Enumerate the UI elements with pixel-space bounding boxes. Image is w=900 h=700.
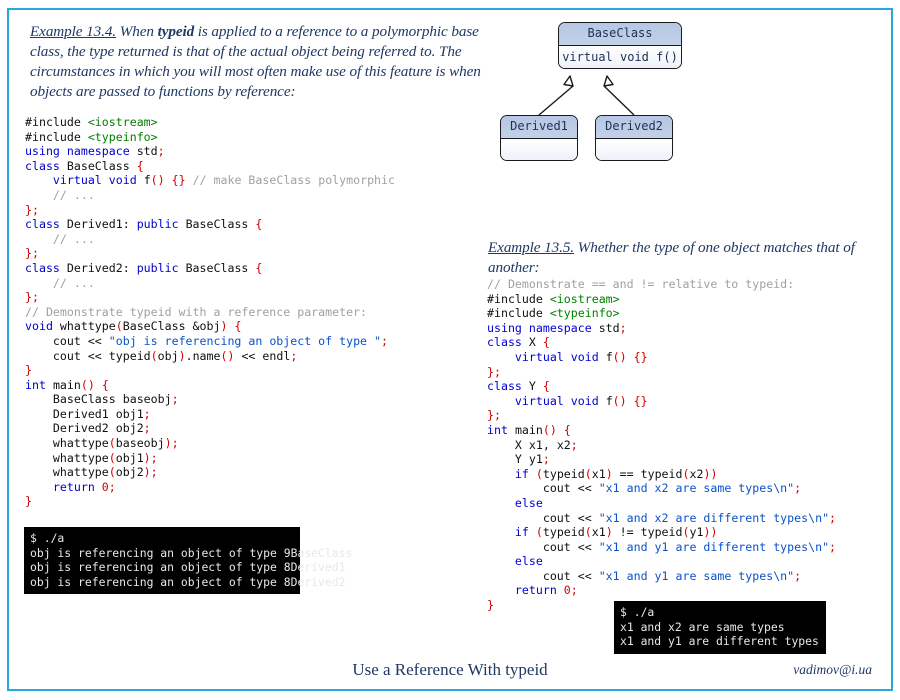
code-line: cout << "x1 and x2 are different types\n…: [542, 510, 837, 525]
code-line: class X {: [487, 335, 550, 350]
code-line: Y y1;: [514, 452, 550, 467]
code-line: // ...: [52, 231, 95, 246]
example-13-4-text-1: When: [116, 23, 158, 40]
code-line: obj is referencing an object of type 8De…: [30, 560, 346, 575]
example-13-5-paragraph: Example 13.5. Whether the type of one ob…: [488, 238, 878, 278]
code-line: // Demonstrate typeid with a reference p…: [25, 304, 368, 319]
slide-footer-email: vadimov@i.ua: [793, 662, 872, 677]
code-line: }: [487, 598, 494, 613]
code-line: };: [25, 246, 39, 261]
terminal-output-example-13-5: $ ./a x1 and x2 are same types x1 and y1…: [614, 601, 826, 654]
code-line: };: [487, 364, 501, 379]
uml-class-diagram: BaseClass virtual void f() Derived1 Deri…: [500, 18, 760, 178]
code-line: whattype(obj1);: [52, 450, 158, 465]
uml-class-derived2-name: Derived2: [596, 116, 672, 139]
uml-class-derived1[interactable]: Derived1: [500, 115, 578, 161]
code-line: };: [25, 202, 39, 217]
code-line: int main() {: [487, 422, 571, 437]
code-line: }: [25, 494, 32, 509]
code-line: virtual void f() {}: [514, 349, 648, 364]
code-line: cout << typeid(obj).name() << endl;: [52, 348, 298, 363]
code-block-example-13-4: #include <iostream> #include <typeinfo> …: [25, 115, 395, 509]
code-line: obj is referencing an object of type 9Ba…: [30, 545, 353, 560]
slide-root: Example 13.4. When typeid is applied to …: [0, 0, 900, 700]
code-line: class BaseClass {: [25, 158, 144, 173]
code-line: #include <typeinfo>: [487, 306, 620, 321]
code-line: cout << "x1 and y1 are different types\n…: [542, 539, 837, 554]
code-line: #include <iostream>: [25, 115, 158, 129]
uml-class-baseclass-member: virtual void f(): [559, 46, 681, 68]
code-line: virtual void f() {} // make BaseClass po…: [52, 173, 395, 188]
code-line: virtual void f() {}: [514, 393, 648, 408]
code-line: void whattype(BaseClass &obj) {: [25, 319, 242, 334]
code-line: // Demonstrate == and != relative to typ…: [487, 277, 795, 291]
code-line: return 0;: [52, 479, 116, 494]
code-line: using namespace std;: [25, 144, 165, 159]
code-line: int main() {: [25, 377, 109, 392]
code-line: if (typeid(x1) == typeid(x2)): [514, 466, 718, 481]
code-block-example-13-5: // Demonstrate == and != relative to typ…: [487, 277, 836, 613]
example-13-4-paragraph: Example 13.4. When typeid is applied to …: [30, 22, 512, 102]
code-line: whattype(baseobj);: [52, 436, 179, 451]
code-line: $ ./a: [30, 531, 65, 545]
code-line: class Y {: [487, 379, 550, 394]
example-13-4-bold-typeid: typeid: [157, 23, 195, 40]
code-line: cout << "x1 and y1 are same types\n";: [542, 568, 802, 583]
code-line: }: [25, 363, 32, 378]
code-line: cout << "x1 and x2 are same types\n";: [542, 481, 802, 496]
example-13-4-label: Example 13.4.: [30, 23, 117, 40]
code-line: else: [514, 495, 543, 510]
code-line: using namespace std;: [487, 320, 627, 335]
slide-footer-title: Use a Reference With typeid: [352, 660, 548, 679]
code-line: if (typeid(x1) != typeid(y1)): [514, 525, 718, 540]
uml-class-derived2[interactable]: Derived2: [595, 115, 673, 161]
uml-class-derived2-member: [596, 139, 672, 160]
uml-class-baseclass-name: BaseClass: [559, 23, 681, 46]
code-line: class Derived1: public BaseClass {: [25, 217, 263, 232]
code-line: X x1, x2;: [514, 437, 578, 452]
code-line: Derived1 obj1;: [52, 406, 151, 421]
code-line: };: [487, 408, 501, 423]
code-line: #include <typeinfo>: [25, 129, 158, 144]
code-line: Derived2 obj2;: [52, 421, 151, 436]
code-line: obj is referencing an object of type 8De…: [30, 574, 346, 589]
code-line: return 0;: [514, 583, 578, 598]
code-line: BaseClass baseobj;: [52, 392, 179, 407]
code-line: $ ./a: [620, 605, 655, 619]
code-line: class Derived2: public BaseClass {: [25, 260, 263, 275]
code-line: whattype(obj2);: [52, 465, 158, 480]
example-13-5-label: Example 13.5.: [488, 239, 575, 256]
code-line: // ...: [52, 187, 95, 202]
uml-class-baseclass[interactable]: BaseClass virtual void f(): [558, 22, 682, 69]
code-line: cout << "obj is referencing an object of…: [52, 333, 388, 348]
terminal-output-example-13-4: $ ./a obj is referencing an object of ty…: [24, 527, 352, 595]
code-line: else: [514, 554, 543, 569]
code-line: x1 and x2 are same types: [620, 619, 785, 634]
uml-class-derived1-member: [501, 139, 577, 160]
code-line: #include <iostream>: [487, 291, 620, 306]
code-line: };: [25, 290, 39, 305]
uml-class-derived1-name: Derived1: [501, 116, 577, 139]
code-line: x1 and y1 are different types: [620, 634, 819, 649]
code-line: // ...: [52, 275, 95, 290]
